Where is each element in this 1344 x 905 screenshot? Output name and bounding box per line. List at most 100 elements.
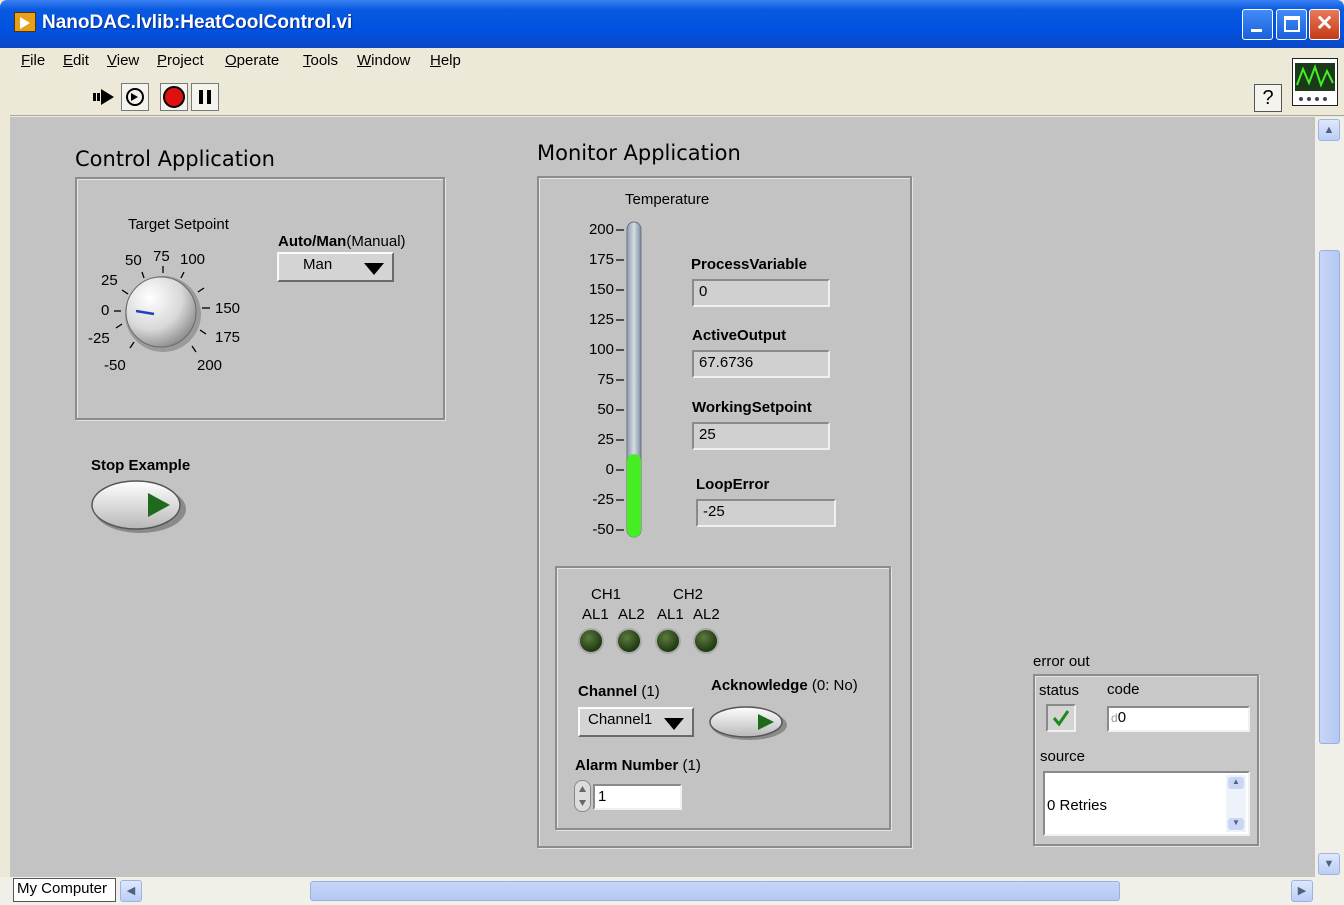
close-button[interactable]: ✕ bbox=[1309, 9, 1340, 40]
status-label: status bbox=[1039, 682, 1080, 699]
pause-button[interactable] bbox=[191, 83, 219, 111]
dropdown-arrow-icon bbox=[664, 718, 684, 730]
menu-operate[interactable]: Operate bbox=[225, 52, 279, 69]
pause-icon bbox=[199, 90, 211, 104]
loop-error-label: LoopError bbox=[696, 476, 770, 493]
menu-view[interactable]: View bbox=[107, 52, 139, 69]
menu-project[interactable]: Project bbox=[157, 52, 204, 69]
dial-tick-label: 175 bbox=[215, 329, 241, 346]
source-scrollbar[interactable]: ▲ ▼ bbox=[1226, 775, 1246, 832]
control-application-title: Control Application bbox=[75, 147, 275, 171]
vertical-scrollbar[interactable]: ▲ ▼ bbox=[1315, 117, 1344, 877]
increment-decrement-icon bbox=[579, 786, 586, 806]
menu-window[interactable]: Window bbox=[357, 52, 410, 69]
working-setpoint-indicator: 25 bbox=[692, 422, 830, 450]
loop-error-indicator: -25 bbox=[696, 499, 836, 527]
scroll-down-icon[interactable]: ▼ bbox=[1228, 818, 1244, 830]
dial-tick-label: 25 bbox=[101, 272, 118, 289]
code-radix: d bbox=[1111, 711, 1118, 725]
minimize-button[interactable] bbox=[1242, 9, 1273, 40]
window-title: NanoDAC.lvlib:HeatCoolControl.vi bbox=[42, 12, 353, 33]
source-label: source bbox=[1040, 748, 1086, 765]
run-continuously-icon bbox=[126, 88, 144, 106]
process-variable-indicator: 0 bbox=[692, 279, 830, 307]
acknowledge-button[interactable] bbox=[708, 703, 792, 743]
thermometer-tick-label: 150 bbox=[588, 281, 614, 298]
active-output-indicator: 67.6736 bbox=[692, 350, 830, 378]
minimize-icon bbox=[1251, 29, 1262, 32]
vi-connector-icon[interactable] bbox=[1292, 58, 1338, 106]
auto-man-selector[interactable]: Man bbox=[277, 252, 394, 282]
acknowledge-label-rest: (0: No) bbox=[811, 677, 858, 694]
channel-value: Channel1 bbox=[588, 711, 653, 728]
process-variable-label: ProcessVariable bbox=[691, 256, 807, 273]
dial-tick-label: 200 bbox=[197, 357, 223, 374]
source-value: 0 Retries bbox=[1047, 797, 1108, 814]
title-bar: NanoDAC.lvlib:HeatCoolControl.vi ✕ bbox=[0, 0, 1344, 48]
ch1-label: CH1 bbox=[591, 586, 622, 603]
menu-help[interactable]: Help bbox=[430, 52, 461, 69]
thermometer-fill bbox=[627, 454, 641, 537]
channel-selector[interactable]: Channel1 bbox=[578, 707, 694, 737]
working-setpoint-label: WorkingSetpoint bbox=[692, 399, 812, 416]
dial-tick-label: 50 bbox=[125, 252, 142, 269]
ch1-al1-led bbox=[578, 628, 604, 654]
menu-bar: File Edit View Project Operate Tools Win… bbox=[10, 48, 1344, 76]
context-help-button[interactable]: ? bbox=[1254, 84, 1282, 112]
dropdown-arrow-icon bbox=[364, 263, 384, 275]
horizontal-scroll-thumb[interactable] bbox=[310, 881, 1120, 901]
dial-tick-label: -25 bbox=[88, 330, 110, 347]
alarm-number-label-bold: Alarm Number bbox=[575, 757, 679, 774]
channel-label-rest: (1) bbox=[641, 683, 660, 700]
run-continuously-button[interactable] bbox=[121, 83, 149, 111]
thermometer-tick-label: 125 bbox=[588, 311, 614, 328]
menu-edit[interactable]: Edit bbox=[63, 52, 89, 69]
auto-man-label-rest: (Manual) bbox=[346, 233, 406, 250]
close-icon: ✕ bbox=[1315, 12, 1334, 35]
thermometer-tick-label: -25 bbox=[592, 491, 614, 508]
stop-example-button[interactable] bbox=[90, 477, 190, 539]
acknowledge-label-bold: Acknowledge bbox=[711, 677, 808, 694]
scroll-up-icon[interactable]: ▲ bbox=[1228, 777, 1244, 789]
status-indicator bbox=[1046, 704, 1076, 732]
led-label: AL2 bbox=[618, 606, 645, 623]
scroll-up-button[interactable]: ▲ bbox=[1318, 119, 1340, 141]
thermometer-tick-label: 25 bbox=[597, 431, 614, 448]
led-label: AL2 bbox=[693, 606, 720, 623]
thermometer-tick-label: -50 bbox=[592, 521, 614, 538]
active-output-label: ActiveOutput bbox=[692, 327, 787, 344]
code-value: 0 bbox=[1117, 709, 1127, 726]
abort-button[interactable] bbox=[160, 83, 188, 111]
maximize-button[interactable] bbox=[1276, 9, 1307, 40]
ch1-al2-led bbox=[616, 628, 642, 654]
menu-tools[interactable]: Tools bbox=[303, 52, 338, 69]
channel-label: Channel (1) bbox=[578, 683, 660, 700]
labview-vi-icon bbox=[14, 12, 36, 32]
dial-tick-label: 150 bbox=[215, 300, 241, 317]
scroll-down-button[interactable]: ▼ bbox=[1318, 853, 1340, 875]
auto-man-label: Auto/Man(Manual) bbox=[278, 233, 406, 250]
target-setpoint-label: Target Setpoint bbox=[128, 216, 229, 233]
ch2-al2-led bbox=[693, 628, 719, 654]
monitor-application-title: Monitor Application bbox=[537, 141, 741, 165]
source-indicator: 0 Retries ▲ ▼ bbox=[1043, 771, 1250, 836]
code-label: code bbox=[1107, 681, 1140, 698]
vertical-scroll-thumb[interactable] bbox=[1319, 250, 1340, 744]
ch2-al1-led bbox=[655, 628, 681, 654]
scroll-left-button[interactable]: ◀ bbox=[120, 880, 142, 902]
alarm-number-input[interactable]: 1 bbox=[593, 784, 682, 810]
dial-tick-label: 100 bbox=[180, 251, 206, 268]
alarm-number-stepper[interactable] bbox=[574, 780, 591, 812]
menu-file[interactable]: File bbox=[21, 52, 45, 69]
run-button[interactable] bbox=[90, 83, 118, 111]
error-out-label: error out bbox=[1033, 653, 1090, 670]
horizontal-scrollbar[interactable]: My Computer ◀ ▶ bbox=[0, 877, 1344, 905]
alarm-number-label-rest: (1) bbox=[682, 757, 701, 774]
application-instance[interactable]: My Computer bbox=[13, 878, 116, 902]
thermometer-tick-label: 200 bbox=[588, 221, 614, 238]
dial-tick-label: 0 bbox=[101, 302, 110, 319]
dial-tick-label: -50 bbox=[104, 357, 126, 374]
thermometer-ticks bbox=[616, 229, 624, 531]
scroll-right-button[interactable]: ▶ bbox=[1291, 880, 1313, 902]
auto-man-value: Man bbox=[303, 256, 333, 273]
